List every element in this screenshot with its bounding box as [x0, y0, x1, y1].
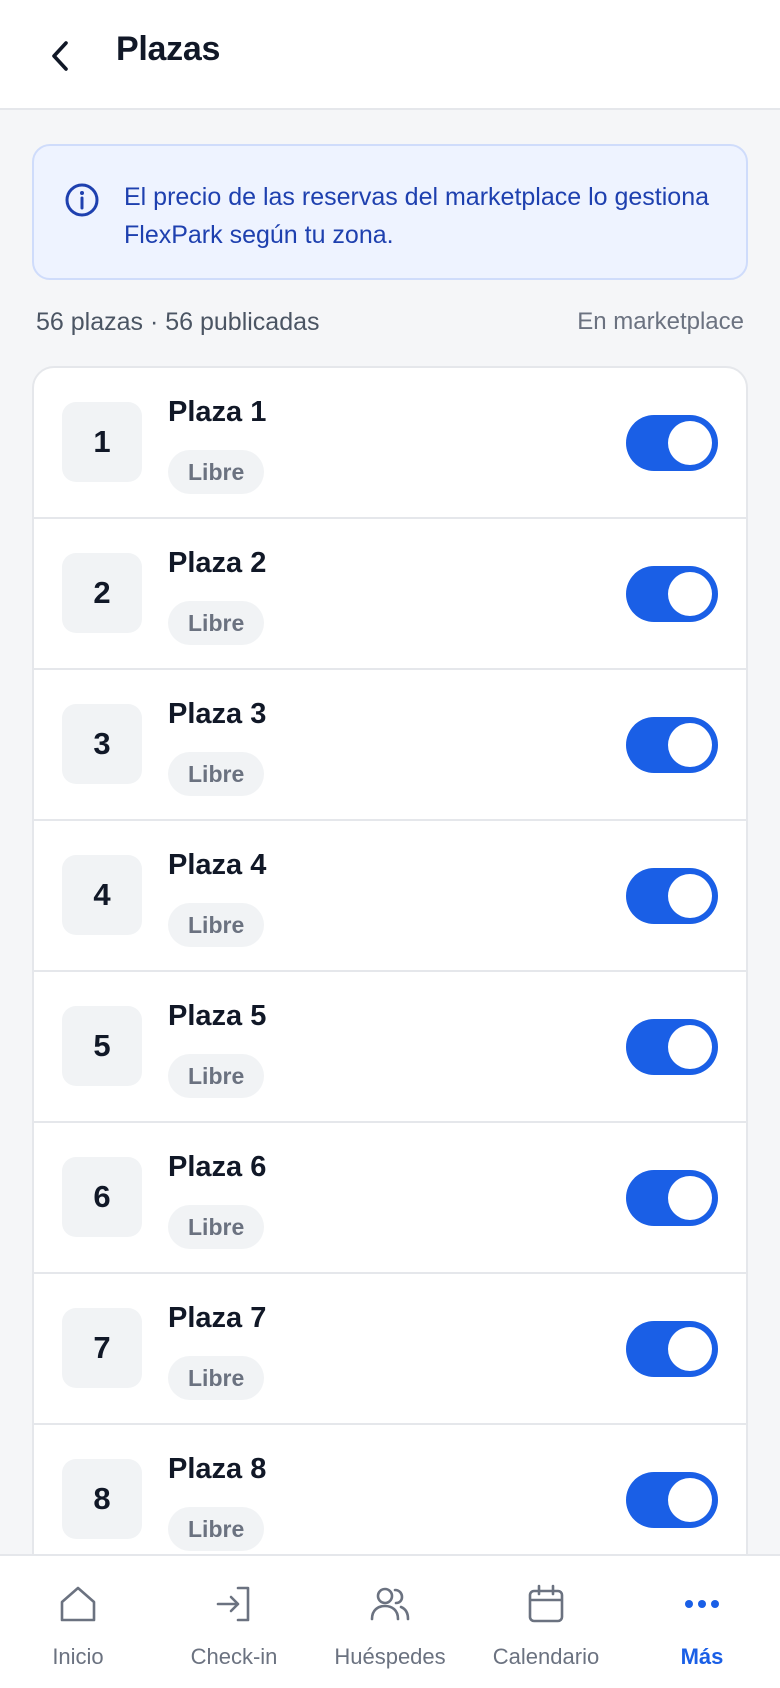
check-in-icon — [216, 1586, 250, 1622]
info-banner-text: El precio de las reservas del marketplac… — [124, 183, 710, 249]
plaza-title: Plaza 8 — [168, 1453, 267, 1485]
nav-label: Inicio — [52, 1644, 104, 1669]
toggle-knob — [668, 572, 712, 616]
plaza-title: Plaza 5 — [168, 1000, 267, 1032]
back-button[interactable] — [42, 36, 78, 76]
nav-label: Huéspedes — [334, 1644, 446, 1669]
list-item[interactable]: 3 Plaza 3 Libre — [34, 670, 746, 821]
plazas-list: 1 Plaza 1 Libre 2 Plaza 2 Libre 3 Plaza … — [32, 366, 748, 1688]
list-item[interactable]: 2 Plaza 2 Libre — [34, 519, 746, 670]
plaza-title: Plaza 6 — [168, 1151, 267, 1183]
plaza-number-badge: 1 — [62, 402, 142, 482]
info-icon — [65, 183, 99, 217]
marketplace-column-label: En marketplace — [577, 308, 744, 335]
list-item[interactable]: 6 Plaza 6 Libre — [34, 1123, 746, 1274]
plaza-number-badge: 6 — [62, 1157, 142, 1237]
top-bar: Plazas — [0, 0, 780, 110]
app-screen: Plazas El precio de las reservas del mar… — [0, 0, 780, 1688]
more-icon — [685, 1600, 719, 1608]
status-badge: Libre — [168, 450, 265, 494]
nav-label: Más — [680, 1644, 724, 1669]
list-item[interactable]: 4 Plaza 4 Libre — [34, 821, 746, 972]
toggle-knob — [668, 1025, 712, 1069]
plaza-title: Plaza 3 — [168, 698, 267, 730]
plaza-number-badge: 3 — [62, 704, 142, 784]
nav-item-huespedes[interactable]: Huéspedes — [312, 1556, 468, 1688]
toggle-knob — [668, 874, 712, 918]
info-banner: El precio de las reservas del marketplac… — [32, 144, 748, 280]
status-badge: Libre — [168, 1205, 265, 1249]
status-badge: Libre — [168, 601, 265, 645]
status-badge: Libre — [168, 1054, 265, 1098]
plaza-title: Plaza 1 — [168, 396, 267, 428]
nav-label: Check-in — [190, 1644, 278, 1669]
toggle-knob — [668, 1176, 712, 1220]
marketplace-toggle[interactable] — [626, 717, 718, 773]
toggle-knob — [668, 1327, 712, 1371]
list-item[interactable]: 7 Plaza 7 Libre — [34, 1274, 746, 1425]
bottom-nav: Inicio Check-in Huéspedes Calendario Más — [0, 1554, 780, 1688]
plaza-number-badge: 2 — [62, 553, 142, 633]
home-icon — [60, 1586, 96, 1622]
plaza-title: Plaza 4 — [168, 849, 267, 881]
plazas-count: 56 plazas · 56 publicadas — [36, 308, 320, 336]
marketplace-toggle[interactable] — [626, 1472, 718, 1528]
nav-item-mas[interactable]: Más — [624, 1556, 780, 1688]
nav-item-check-in[interactable]: Check-in — [156, 1556, 312, 1688]
chevron-left-icon — [52, 41, 68, 71]
marketplace-toggle[interactable] — [626, 415, 718, 471]
marketplace-toggle[interactable] — [626, 1170, 718, 1226]
status-badge: Libre — [168, 752, 265, 796]
nav-item-inicio[interactable]: Inicio — [0, 1556, 156, 1688]
plaza-number-badge: 4 — [62, 855, 142, 935]
marketplace-toggle[interactable] — [626, 566, 718, 622]
page-title: Plazas — [116, 30, 221, 68]
status-badge: Libre — [168, 903, 265, 947]
toggle-knob — [668, 421, 712, 465]
marketplace-toggle[interactable] — [626, 868, 718, 924]
status-badge: Libre — [168, 1507, 265, 1551]
list-item[interactable]: 5 Plaza 5 Libre — [34, 972, 746, 1123]
marketplace-toggle[interactable] — [626, 1019, 718, 1075]
plaza-number-badge: 7 — [62, 1308, 142, 1388]
users-icon — [370, 1587, 410, 1621]
nav-item-calendario[interactable]: Calendario — [468, 1556, 624, 1688]
plaza-title: Plaza 7 — [168, 1302, 267, 1334]
toggle-knob — [668, 1478, 712, 1522]
nav-label: Calendario — [492, 1644, 600, 1669]
marketplace-toggle[interactable] — [626, 1321, 718, 1377]
calendar-icon — [528, 1584, 564, 1623]
plaza-title: Plaza 2 — [168, 547, 267, 579]
plaza-number-badge: 5 — [62, 1006, 142, 1086]
plaza-number-badge: 8 — [62, 1459, 142, 1539]
list-item[interactable]: 1 Plaza 1 Libre — [34, 368, 746, 519]
status-badge: Libre — [168, 1356, 265, 1400]
toggle-knob — [668, 723, 712, 767]
